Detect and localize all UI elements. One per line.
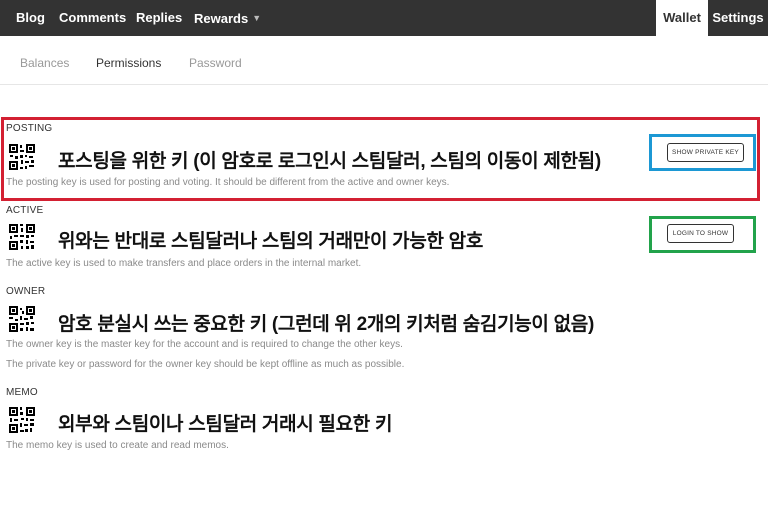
owner-description-offline: The private key or password for the owne…: [6, 359, 405, 370]
chevron-down-icon: ▼: [252, 13, 262, 23]
nav-comments[interactable]: Comments: [59, 0, 126, 36]
owner-label: OWNER: [6, 286, 46, 297]
tab-password[interactable]: Password: [189, 56, 242, 70]
qr-code-icon[interactable]: [8, 223, 36, 251]
qr-code-icon[interactable]: [8, 305, 36, 333]
nav-replies[interactable]: Replies: [136, 0, 182, 36]
show-key-highlight-box: [649, 134, 756, 171]
owner-description-master: The owner key is the master key for the …: [6, 339, 403, 350]
memo-label: MEMO: [6, 387, 38, 398]
nav-settings[interactable]: Settings: [708, 0, 768, 36]
memo-description: The memo key is used to create and read …: [6, 440, 229, 451]
memo-note: 외부와 스팀이나 스팀달러 거래시 필요한 키: [58, 414, 393, 435]
top-nav-bar: Blog Comments Replies Rewards ▼ Wallet Se…: [0, 0, 768, 36]
nav-wallet[interactable]: Wallet: [656, 0, 708, 36]
nav-blog[interactable]: Blog: [16, 0, 45, 36]
posting-highlight-box: [1, 117, 760, 201]
tabs-divider: [0, 84, 768, 85]
tab-balances[interactable]: Balances: [20, 56, 69, 70]
tab-permissions[interactable]: Permissions: [96, 56, 161, 70]
nav-rewards-label: Rewards: [194, 11, 249, 26]
qr-code-icon[interactable]: [8, 406, 36, 434]
login-highlight-box: [649, 216, 756, 253]
owner-note: 암호 분실시 쓰는 중요한 키 (그런데 위 2개의 키처럼 숨김기능이 없음): [58, 314, 594, 335]
nav-rewards[interactable]: Rewards ▼: [194, 0, 261, 36]
active-description: The active key is used to make transfers…: [6, 258, 362, 269]
active-label: ACTIVE: [6, 205, 44, 216]
active-note: 위와는 반대로 스팀달러나 스팀의 거래만이 가능한 암호: [58, 231, 484, 252]
